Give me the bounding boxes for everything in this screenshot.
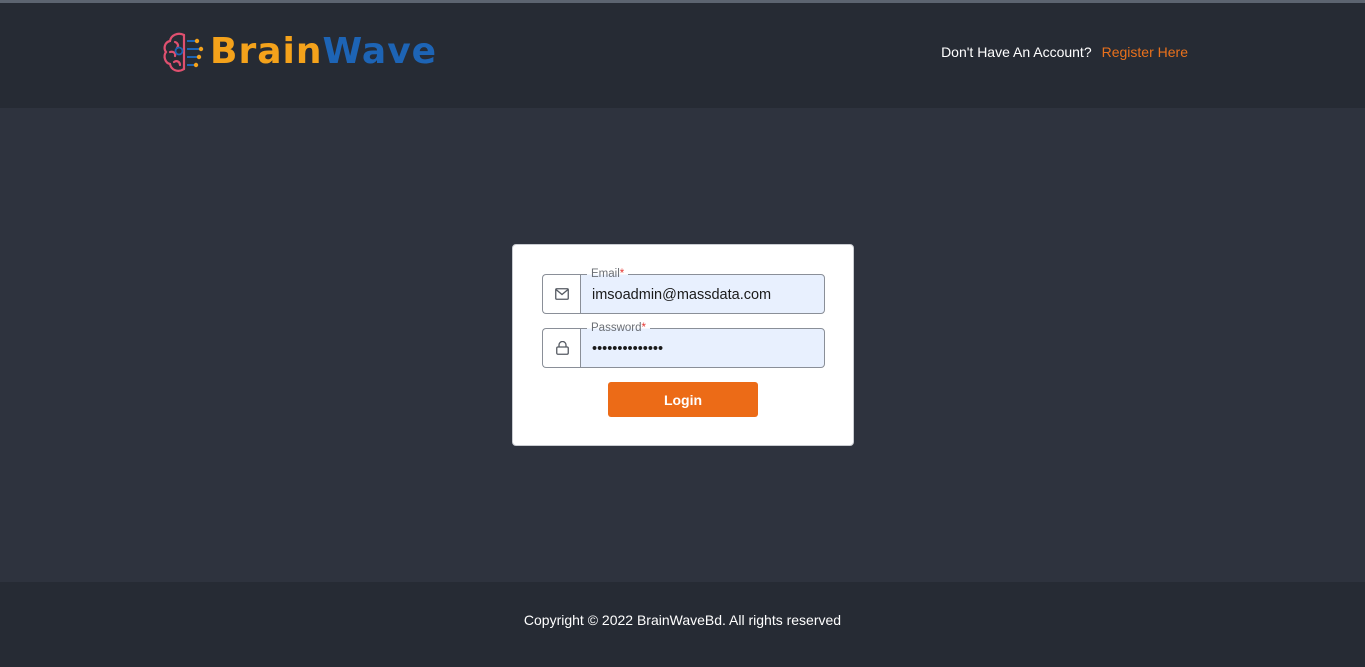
password-input[interactable]	[592, 339, 817, 359]
brand-name-part2: Wave	[322, 31, 438, 72]
copyright-text: Copyright © 2022 BrainWaveBd. All rights…	[523, 612, 842, 628]
brand-name: BrainWave	[210, 34, 437, 70]
brand-name-part1: Brain	[210, 31, 323, 72]
brand-logo[interactable]: BrainWave	[162, 27, 437, 77]
email-label: Email*	[587, 267, 629, 281]
email-input[interactable]	[592, 285, 817, 305]
login-button[interactable]: Login	[608, 382, 758, 417]
email-label-text: Email	[591, 268, 620, 280]
password-input-wrapper: Password*	[580, 321, 825, 368]
login-card: Email* Password* Login	[512, 244, 854, 446]
mail-icon	[542, 274, 581, 314]
brain-circuit-icon	[163, 32, 204, 72]
password-label-text: Password	[591, 322, 642, 334]
password-label: Password*	[587, 321, 650, 335]
lock-icon	[542, 328, 581, 368]
account-prompt: Don't Have An Account? Register Here	[941, 44, 1188, 60]
email-field: Email*	[542, 267, 825, 314]
register-link[interactable]: Register Here	[1102, 44, 1188, 60]
site-header: BrainWave Don't Have An Account? Registe…	[0, 3, 1365, 108]
email-required-mark: *	[619, 268, 625, 280]
site-footer: Copyright © 2022 BrainWaveBd. All rights…	[0, 582, 1365, 667]
password-field: Password*	[542, 321, 825, 368]
no-account-text: Don't Have An Account?	[941, 44, 1092, 60]
email-input-wrapper: Email*	[580, 267, 825, 314]
password-required-mark: *	[641, 322, 646, 334]
